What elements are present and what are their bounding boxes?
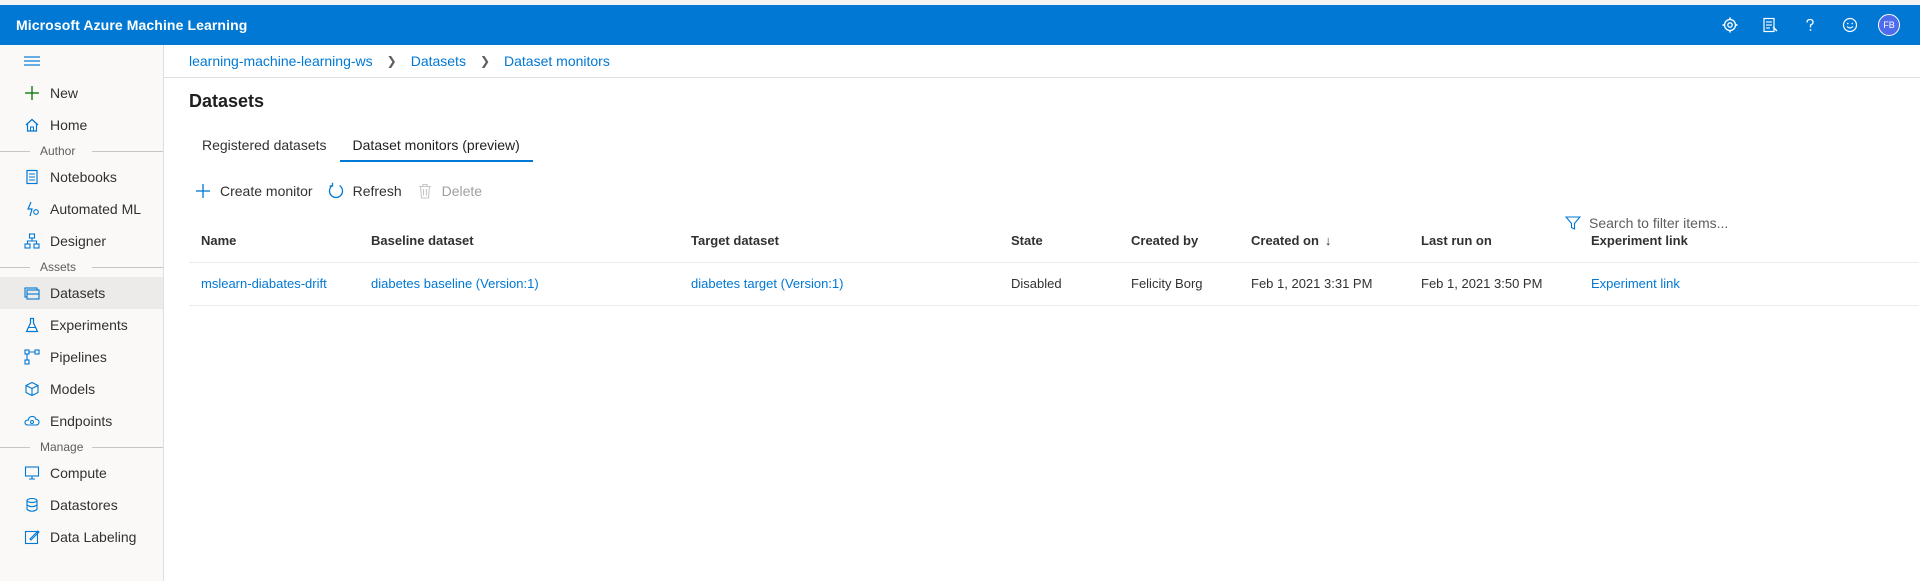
header-actions: FB (1710, 5, 1920, 45)
sidebar-item-datasets[interactable]: Datasets (0, 277, 163, 309)
tab-registered-datasets[interactable]: Registered datasets (189, 128, 340, 162)
feedback-icon[interactable] (1750, 5, 1790, 45)
experiment-link[interactable]: Experiment link (1591, 276, 1680, 291)
sidebar-item-compute[interactable]: Compute (0, 457, 163, 489)
table-row[interactable]: mslearn-diabates-drift diabetes baseline… (189, 262, 1919, 306)
edit-icon (24, 529, 40, 545)
monitors-table: Name Baseline dataset Target dataset Sta… (189, 220, 1919, 306)
chevron-right-icon: ❯ (479, 54, 491, 68)
plus-icon (24, 85, 40, 101)
target-dataset-link[interactable]: diabetes target (Version:1) (691, 276, 843, 291)
sidebar: New Home Author Notebooks Automated ML D… (0, 45, 164, 581)
column-header-name[interactable]: Name (189, 220, 359, 263)
app-title: Microsoft Azure Machine Learning (16, 17, 248, 33)
column-header-created-on[interactable]: Created on ↓ (1239, 220, 1409, 263)
hamburger-menu-button[interactable] (0, 45, 163, 77)
column-header-state[interactable]: State (999, 220, 1119, 263)
monitor-name-link[interactable]: mslearn-diabates-drift (201, 276, 327, 291)
monitor-icon (24, 465, 40, 481)
sidebar-item-notebooks[interactable]: Notebooks (0, 161, 163, 193)
datasets-icon (24, 285, 40, 301)
filter-icon (1565, 215, 1581, 231)
sidebar-item-endpoints[interactable]: Endpoints (0, 405, 163, 437)
tab-dataset-monitors[interactable]: Dataset monitors (preview) (339, 128, 534, 162)
sidebar-item-label: New (50, 85, 79, 101)
sidebar-item-data-labeling[interactable]: Data Labeling (0, 521, 163, 553)
created-by-cell: Felicity Borg (1119, 262, 1239, 306)
avatar[interactable]: FB (1878, 14, 1900, 36)
refresh-icon (327, 182, 345, 200)
sidebar-item-new[interactable]: New (0, 77, 163, 109)
pipelines-icon (24, 349, 40, 365)
plus-icon (194, 182, 212, 200)
column-header-baseline[interactable]: Baseline dataset (359, 220, 679, 263)
sidebar-item-label: Data Labeling (50, 529, 137, 545)
sidebar-item-label: Automated ML (50, 201, 142, 217)
flask-icon (24, 317, 40, 333)
settings-icon[interactable] (1710, 5, 1750, 45)
sidebar-item-label: Datastores (50, 497, 118, 513)
cloud-icon (24, 413, 40, 429)
sidebar-item-label: Datasets (50, 285, 106, 301)
hamburger-icon (24, 56, 40, 66)
cube-icon (24, 381, 40, 397)
app-header: Microsoft Azure Machine Learning FB (0, 5, 1920, 45)
refresh-button[interactable]: Refresh (327, 182, 402, 200)
notebook-icon (24, 169, 40, 185)
sidebar-item-label: Home (50, 117, 88, 133)
sidebar-item-experiments[interactable]: Experiments (0, 309, 163, 341)
chevron-right-icon: ❯ (386, 54, 397, 68)
created-on-cell: Feb 1, 2021 3:31 PM (1239, 262, 1409, 306)
create-monitor-button[interactable]: Create monitor (194, 182, 313, 200)
sidebar-item-label: Pipelines (50, 349, 107, 365)
main-content: learning-machine-learning-ws ❯ Datasets … (164, 45, 1920, 581)
sidebar-section-assets: Assets (0, 257, 163, 277)
sort-descending-icon: ↓ (1324, 233, 1332, 249)
automl-icon (24, 201, 40, 217)
search-placeholder: Search to filter items... (1589, 215, 1729, 231)
help-icon[interactable] (1790, 5, 1830, 45)
search-input[interactable]: Search to filter items... (1565, 215, 1765, 231)
sidebar-item-label: Models (50, 381, 96, 397)
sidebar-item-automated-ml[interactable]: Automated ML (0, 193, 163, 225)
breadcrumb-datasets-link[interactable]: Datasets (411, 53, 466, 69)
home-icon (24, 117, 40, 133)
sidebar-item-label: Experiments (50, 317, 128, 333)
column-header-last-run-on[interactable]: Last run on (1409, 220, 1579, 263)
sidebar-item-label: Designer (50, 233, 107, 249)
delete-button[interactable]: Delete (416, 182, 482, 200)
column-header-target[interactable]: Target dataset (679, 220, 999, 263)
last-run-on-cell: Feb 1, 2021 3:50 PM (1409, 262, 1579, 306)
sidebar-item-label: Notebooks (50, 169, 117, 185)
sidebar-item-label: Endpoints (50, 413, 113, 429)
smiley-icon[interactable] (1830, 5, 1870, 45)
state-cell: Disabled (999, 262, 1119, 306)
trash-icon (416, 182, 434, 200)
tab-bar: Registered datasets Dataset monitors (pr… (164, 128, 1920, 162)
sidebar-item-home[interactable]: Home (0, 109, 163, 141)
sidebar-section-author: Author (0, 141, 163, 161)
breadcrumb-dataset-monitors-link[interactable]: Dataset monitors (504, 53, 610, 69)
sidebar-item-designer[interactable]: Designer (0, 225, 163, 257)
sidebar-section-manage: Manage (0, 437, 163, 457)
sidebar-item-label: Compute (50, 465, 107, 481)
designer-icon (24, 233, 40, 249)
breadcrumb: learning-machine-learning-ws ❯ Datasets … (164, 45, 1920, 78)
sidebar-item-models[interactable]: Models (0, 373, 163, 405)
sidebar-item-datastores[interactable]: Datastores (0, 489, 163, 521)
column-header-created-by[interactable]: Created by (1119, 220, 1239, 263)
sidebar-item-pipelines[interactable]: Pipelines (0, 341, 163, 373)
breadcrumb-workspace-link[interactable]: learning-machine-learning-ws (189, 53, 373, 69)
baseline-dataset-link[interactable]: diabetes baseline (Version:1) (371, 276, 539, 291)
page-title: Datasets (189, 91, 265, 111)
toolbar: Create monitor Refresh Delete (164, 162, 1920, 220)
database-icon (24, 497, 40, 513)
